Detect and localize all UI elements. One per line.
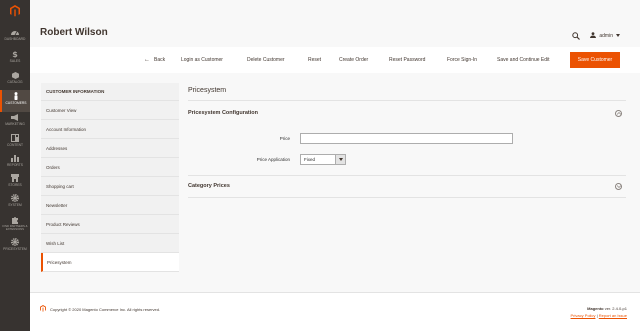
sidebar-item-label: Find Partners & Extensions [2, 224, 28, 232]
gear-icon [11, 238, 20, 246]
user-name: admin [599, 33, 613, 39]
tab-orders[interactable]: Orders [41, 158, 179, 177]
version-text: ver. 2.4.0-p1 [604, 306, 627, 311]
cube-icon [11, 71, 20, 79]
sidebar-item-dashboard[interactable]: Dashboard [0, 26, 30, 48]
person-icon [12, 92, 21, 100]
user-menu[interactable]: admin [590, 32, 620, 40]
sidebar-item-sales[interactable]: $ Sales [0, 48, 30, 70]
tab-customer-view[interactable]: Customer View [41, 101, 179, 120]
user-icon [590, 32, 597, 40]
sidebar-item-customers[interactable]: Customers [0, 90, 30, 112]
price-label: Price [279, 136, 290, 141]
tab-account-information[interactable]: Account Information [41, 120, 179, 139]
tab-wish-list[interactable]: Wish List [41, 234, 179, 253]
sidebar-item-reports[interactable]: Reports [0, 152, 30, 174]
pricesystem-configuration-title[interactable]: Pricesystem Configuration [188, 110, 258, 116]
chevron-down-icon [335, 155, 345, 164]
store-icon [11, 174, 20, 182]
back-button-label: Back [154, 57, 166, 63]
sidebar-item-pricesystem[interactable]: Pricesystem [0, 236, 30, 258]
chevron-down-icon [616, 33, 620, 39]
brand-name: Magento [587, 306, 604, 311]
bar-chart-icon [11, 154, 20, 162]
page-actions-bar: ← Back Login as Customer Delete Customer… [30, 47, 640, 73]
gear-icon [11, 194, 20, 202]
page-title: Robert Wilson [40, 27, 108, 38]
sidebar-item-label: Marketing [5, 122, 25, 126]
tab-addresses[interactable]: Addresses [41, 139, 179, 158]
sidebar-item-content[interactable]: Content [0, 132, 30, 154]
section-title: Pricesystem [188, 87, 227, 94]
tab-pricesystem[interactable]: Pricesystem [41, 253, 179, 272]
delete-customer-button[interactable]: Delete Customer [247, 47, 285, 73]
sidebar-item-label: Content [7, 143, 23, 147]
collapse-icon[interactable] [615, 110, 622, 117]
arrow-left-icon: ← [144, 57, 150, 63]
page-footer: Copyright © 2020 Magento Commerce Inc. A… [30, 292, 640, 331]
search-icon[interactable] [572, 27, 581, 45]
sidebar-item-label: System [8, 203, 22, 207]
divider [188, 197, 626, 198]
magento-logo-icon[interactable] [0, 0, 30, 22]
report-issue-link[interactable]: Report an Issue [599, 313, 627, 318]
save-and-continue-button[interactable]: Save and Continue Edit [497, 47, 550, 73]
sidebar-item-system[interactable]: System [0, 192, 30, 214]
puzzle-icon [11, 216, 20, 224]
save-customer-button[interactable]: Save Customer [570, 52, 620, 68]
sidebar-item-partners[interactable]: Find Partners & Extensions [0, 214, 30, 234]
price-application-select[interactable]: Fixed [300, 154, 346, 165]
copyright-text: Copyright © 2020 Magento Commerce Inc. A… [50, 306, 161, 312]
price-application-value: Fixed [304, 157, 316, 162]
sidebar-item-label: Catalog [7, 80, 23, 84]
sidebar-item-label: Stores [8, 183, 22, 187]
sidebar-item-marketing[interactable]: Marketing [0, 111, 30, 133]
sidebar-item-label: Pricesystem [3, 247, 27, 251]
megaphone-icon [11, 113, 20, 121]
customer-tabs: CUSTOMER INFORMATION Customer View Accou… [41, 83, 179, 272]
back-button[interactable]: ← Back [144, 47, 165, 73]
reset-button[interactable]: Reset [308, 47, 321, 73]
login-as-customer-button[interactable]: Login as Customer [181, 47, 223, 73]
admin-sidebar: Dashboard $ Sales Catalog Customers Mark… [0, 0, 30, 331]
force-sign-in-button[interactable]: Force Sign-In [447, 47, 477, 73]
sidebar-item-label: Reports [7, 163, 23, 167]
sidebar-item-label: Dashboard [4, 37, 26, 41]
dollar-icon: $ [11, 50, 20, 58]
dashboard-icon [11, 28, 20, 36]
divider [188, 175, 626, 176]
tab-product-reviews[interactable]: Product Reviews [41, 215, 179, 234]
tabs-title: CUSTOMER INFORMATION [41, 83, 179, 101]
sidebar-item-label: Customers [5, 101, 27, 105]
price-application-label: Price Application [256, 157, 290, 162]
header-tools: admin [572, 27, 620, 45]
price-input[interactable] [300, 133, 513, 144]
copyright: Copyright © 2020 Magento Commerce Inc. A… [40, 305, 160, 313]
tab-newsletter[interactable]: Newsletter [41, 196, 179, 215]
footer-version: Magento ver. 2.4.0-p1 Privacy Policy | R… [571, 305, 627, 319]
privacy-policy-link[interactable]: Privacy Policy [571, 313, 596, 318]
tab-shopping-cart[interactable]: Shopping cart [41, 177, 179, 196]
sidebar-item-catalog[interactable]: Catalog [0, 69, 30, 91]
layout-icon [11, 134, 20, 142]
expand-icon[interactable] [615, 183, 622, 190]
create-order-button[interactable]: Create Order [339, 47, 368, 73]
category-prices-title[interactable]: Category Prices [188, 183, 230, 189]
svg-text:$: $ [12, 50, 18, 58]
divider [188, 100, 626, 101]
sidebar-item-stores[interactable]: Stores [0, 172, 30, 194]
magento-logo-icon [40, 305, 46, 313]
footer-separator: | [596, 313, 598, 318]
reset-password-button[interactable]: Reset Password [389, 47, 425, 73]
sidebar-item-label: Sales [9, 59, 21, 63]
